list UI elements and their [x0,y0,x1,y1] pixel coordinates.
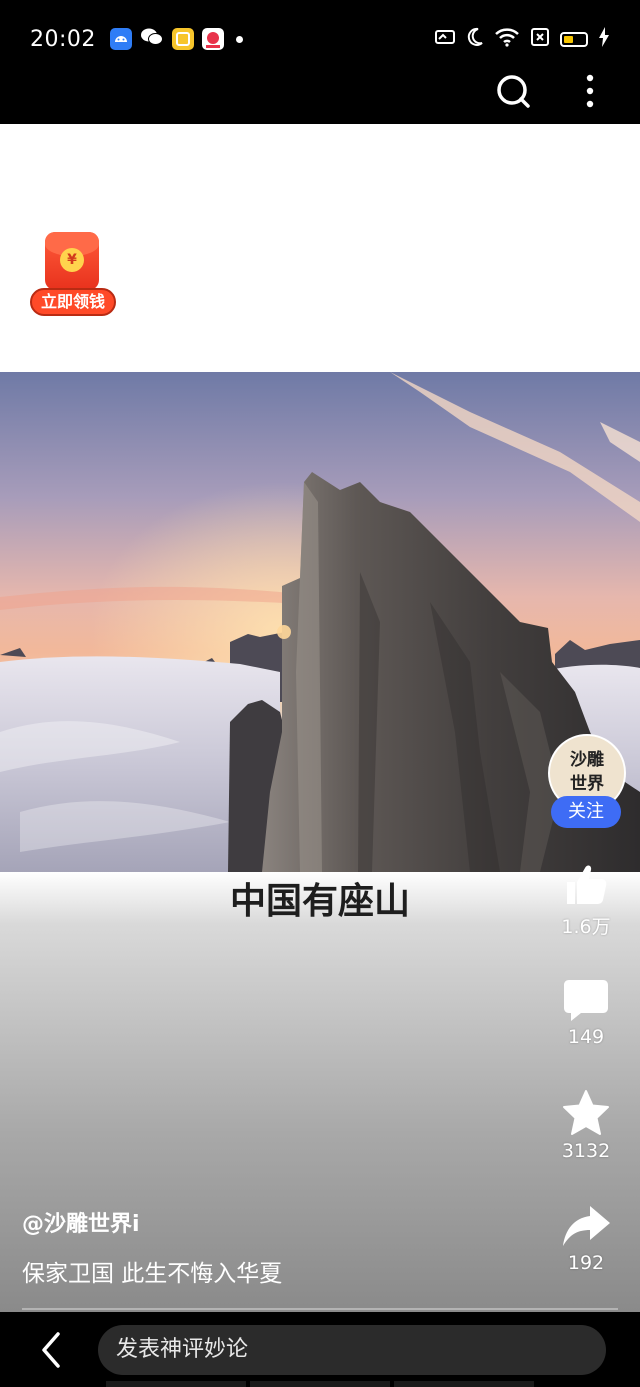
status-time: 20:02 [30,26,96,52]
share-button[interactable]: 192 [546,1202,626,1274]
wifi-icon [494,27,520,51]
comment-icon [564,980,608,1021]
coin-icon: ¥ [60,248,84,272]
system-icons [434,27,610,51]
more-notifications-icon [235,35,243,43]
thumbs-up-icon [567,865,607,904]
video-progress-bar[interactable] [22,1308,618,1310]
like-button[interactable]: 1.6万 [546,860,626,939]
moon-icon [466,27,484,51]
sim-off-icon [530,27,550,51]
screen-cast-icon [434,28,456,50]
shopping-icon [201,28,224,50]
share-icon [563,1206,610,1246]
favorite-count: 3132 [561,1140,611,1162]
star-icon [563,1090,609,1135]
comment-input[interactable]: 发表神评妙论 [98,1325,606,1375]
share-count: 192 [567,1252,605,1274]
mountain-scene-image [0,372,640,872]
search-icon[interactable] [494,72,532,110]
charging-icon [598,27,610,51]
comment-count: 149 [567,1026,605,1048]
favorite-button[interactable]: 3132 [546,1088,626,1162]
battery-icon [560,31,588,47]
notes-icon [171,28,194,50]
author-name[interactable]: @沙雕世界i [22,1206,140,1238]
like-count: 1.6万 [561,916,611,938]
top-toolbar [0,58,640,124]
back-icon[interactable] [36,1330,66,1370]
comment-button[interactable]: 149 [546,976,626,1048]
android-icon [109,28,132,50]
post-description: 保家卫国 此生不悔入华夏 [22,1261,283,1287]
bottom-bar: 发表神评妙论 [0,1312,640,1387]
notification-icons [109,26,243,52]
wechat-icon [140,26,164,52]
avatar-text-line1: 沙雕 [570,750,604,770]
video-frame[interactable] [0,372,640,872]
more-vertical-icon[interactable] [574,72,606,110]
red-packet-label: 立即领钱 [30,288,116,316]
avatar-text-line2: 世界 [570,774,604,794]
follow-button[interactable]: 关注 [551,796,621,828]
home-indicator [106,1381,534,1387]
red-packet-button[interactable]: ¥ 立即领钱 [30,232,116,316]
video-feed[interactable]: ¥ 立即领钱 中国有座山 [0,124,640,1312]
video-caption: 中国有座山 [229,880,410,922]
